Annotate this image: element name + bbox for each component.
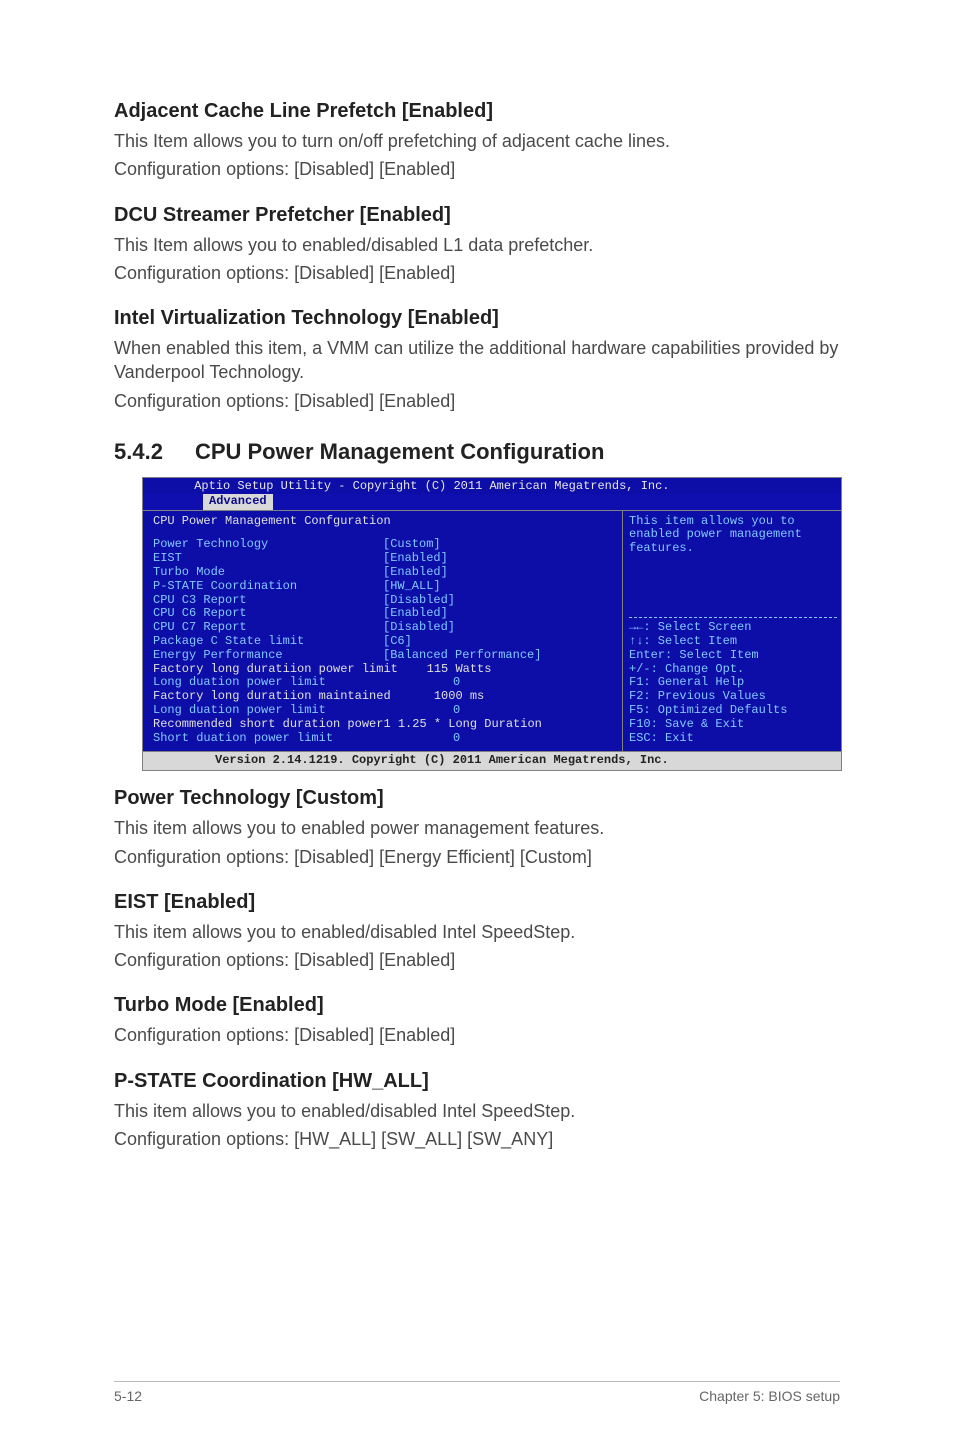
bios-screenshot: Aptio Setup Utility - Copyright (C) 2011…	[142, 477, 842, 771]
heading: Power Technology [Custom]	[114, 787, 840, 810]
bios-row[interactable]: Package C State limit[C6]	[153, 635, 616, 649]
bios-help-text: This item allows you to enabled power ma…	[629, 515, 837, 556]
bios-value: [C6]	[383, 635, 412, 649]
heading: Intel Virtualization Technology [Enabled…	[114, 307, 840, 330]
paragraph: Configuration options: [Disabled] [Enabl…	[114, 1023, 840, 1047]
bios-header: Aptio Setup Utility - Copyright (C) 2011…	[143, 478, 841, 494]
bios-nav-hint: →←: Select Screen	[629, 621, 837, 635]
section-eist: EIST [Enabled] This item allows you to e…	[114, 891, 840, 973]
subsection-header: 5.4.2 CPU Power Management Configuration	[114, 439, 840, 465]
bios-header-text: Aptio Setup Utility - Copyright (C) 2011…	[194, 479, 669, 493]
bios-row[interactable]: Power Technology[Custom]	[153, 538, 616, 552]
section-adjacent: Adjacent Cache Line Prefetch [Enabled] T…	[114, 100, 840, 182]
bios-label: CPU C3 Report	[153, 594, 383, 608]
bios-nav-hint: Enter: Select Item	[629, 649, 837, 663]
bios-footer: Version 2.14.1219. Copyright (C) 2011 Am…	[143, 751, 841, 770]
paragraph: This Item allows you to turn on/off pref…	[114, 129, 840, 153]
chapter-label: Chapter 5: BIOS setup	[699, 1388, 840, 1404]
bios-section-title: CPU Power Management Confguration	[153, 515, 616, 529]
paragraph: Configuration options: [Disabled] [Enabl…	[114, 948, 840, 972]
bios-value: [Enabled]	[383, 607, 448, 621]
paragraph: Configuration options: [Disabled] [Enabl…	[114, 389, 840, 413]
bios-value: [Disabled]	[383, 621, 455, 635]
bios-row[interactable]: CPU C7 Report[Disabled]	[153, 621, 616, 635]
section-dcu: DCU Streamer Prefetcher [Enabled] This I…	[114, 204, 840, 286]
bios-value: 0	[453, 676, 460, 690]
bios-nav-hint: ↑↓: Select Item	[629, 635, 837, 649]
section-pstate: P-STATE Coordination [HW_ALL] This item …	[114, 1070, 840, 1152]
page-number: 5-12	[114, 1388, 142, 1404]
bios-nav-hint: F1: General Help	[629, 676, 837, 690]
bios-label: CPU C6 Report	[153, 607, 383, 621]
bios-value: [Custom]	[383, 538, 441, 552]
bios-row[interactable]: P-STATE Coordination[HW_ALL]	[153, 580, 616, 594]
bios-row[interactable]: Long duation power limit0	[153, 676, 616, 690]
bios-value: [Enabled]	[383, 566, 448, 580]
bios-tab-advanced[interactable]: Advanced	[203, 494, 273, 510]
bios-label: Short duation power limit	[153, 732, 453, 746]
bios-value: [Balanced Performance]	[383, 649, 541, 663]
paragraph: This item allows you to enabled/disabled…	[114, 920, 840, 944]
paragraph: When enabled this item, a VMM can utiliz…	[114, 336, 840, 385]
bios-label: Power Technology	[153, 538, 383, 552]
heading: Turbo Mode [Enabled]	[114, 994, 840, 1017]
paragraph: Configuration options: [Disabled] [Enabl…	[114, 157, 840, 181]
bios-label: Energy Performance	[153, 649, 383, 663]
bios-static-line: Factory long duratiion maintained 1000 m…	[153, 690, 616, 704]
subsection-title: CPU Power Management Configuration	[195, 439, 604, 465]
bios-static-line: Recommended short duration power1 1.25 *…	[153, 718, 616, 732]
bios-row[interactable]: Turbo Mode[Enabled]	[153, 566, 616, 580]
bios-nav-hint: +/-: Change Opt.	[629, 663, 837, 677]
paragraph: This Item allows you to enabled/disabled…	[114, 233, 840, 257]
page-footer: 5-12 Chapter 5: BIOS setup	[114, 1381, 840, 1404]
bios-nav-hint: ESC: Exit	[629, 732, 837, 746]
bios-label: Long duation power limit	[153, 676, 453, 690]
heading: EIST [Enabled]	[114, 891, 840, 914]
bios-right-pane: This item allows you to enabled power ma…	[623, 511, 841, 752]
heading: DCU Streamer Prefetcher [Enabled]	[114, 204, 840, 227]
bios-value: [Enabled]	[383, 552, 448, 566]
bios-tab-row: Advanced	[143, 494, 841, 510]
paragraph: This item allows you to enabled/disabled…	[114, 1099, 840, 1123]
bios-static-line: Factory long duratiion power limit 115 W…	[153, 663, 616, 677]
bios-nav-hint: F5: Optimized Defaults	[629, 704, 837, 718]
bios-row[interactable]: CPU C6 Report[Enabled]	[153, 607, 616, 621]
bios-row[interactable]: Short duation power limit0	[153, 732, 616, 746]
bios-row[interactable]: EIST[Enabled]	[153, 552, 616, 566]
paragraph: Configuration options: [Disabled] [Enabl…	[114, 261, 840, 285]
paragraph: Configuration options: [HW_ALL] [SW_ALL]…	[114, 1127, 840, 1151]
bios-left-pane: CPU Power Management Confguration Power …	[143, 511, 623, 752]
paragraph: Configuration options: [Disabled] [Energ…	[114, 845, 840, 869]
subsection-number: 5.4.2	[114, 439, 163, 465]
bios-row[interactable]: CPU C3 Report[Disabled]	[153, 594, 616, 608]
paragraph: This item allows you to enabled power ma…	[114, 816, 840, 840]
bios-label: Turbo Mode	[153, 566, 383, 580]
bios-row[interactable]: Energy Performance[Balanced Performance]	[153, 649, 616, 663]
bios-row[interactable]: Long duation power limit0	[153, 704, 616, 718]
heading: Adjacent Cache Line Prefetch [Enabled]	[114, 100, 840, 123]
bios-label: Package C State limit	[153, 635, 383, 649]
bios-label: CPU C7 Report	[153, 621, 383, 635]
section-intelvt: Intel Virtualization Technology [Enabled…	[114, 307, 840, 413]
bios-label: P-STATE Coordination	[153, 580, 383, 594]
bios-value: 0	[453, 732, 460, 746]
bios-label: Long duation power limit	[153, 704, 453, 718]
section-powertech: Power Technology [Custom] This item allo…	[114, 787, 840, 869]
divider	[629, 617, 837, 618]
bios-value: 0	[453, 704, 460, 718]
bios-nav-hint: F2: Previous Values	[629, 690, 837, 704]
bios-nav-hint: F10: Save & Exit	[629, 718, 837, 732]
bios-value: [Disabled]	[383, 594, 455, 608]
bios-label: EIST	[153, 552, 383, 566]
heading: P-STATE Coordination [HW_ALL]	[114, 1070, 840, 1093]
bios-value: [HW_ALL]	[383, 580, 441, 594]
section-turbo: Turbo Mode [Enabled] Configuration optio…	[114, 994, 840, 1047]
